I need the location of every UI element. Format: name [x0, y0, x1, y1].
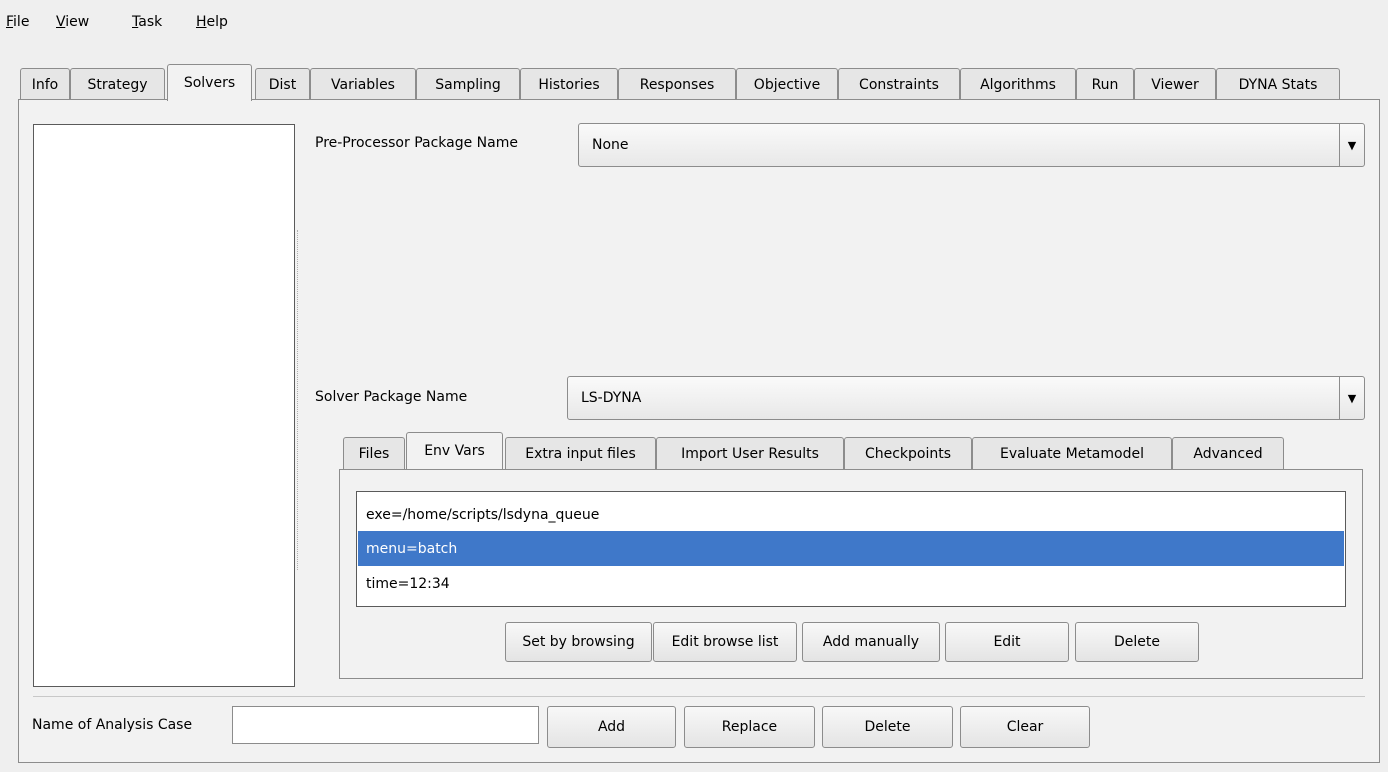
- list-item-text: menu=batch: [366, 540, 458, 557]
- list-item-text: exe=/home/scripts/lsdyna_queue: [366, 506, 600, 523]
- tab-solvers[interactable]: Solvers: [167, 64, 252, 101]
- edit-browse-list-button[interactable]: Edit browse list: [653, 622, 797, 662]
- tab-dist[interactable]: Dist: [255, 68, 310, 100]
- subtab-checkpoints[interactable]: Checkpoints: [844, 437, 972, 469]
- tab-dyna-stats[interactable]: DYNA Stats: [1216, 68, 1340, 100]
- env-vars-list[interactable]: exe=/home/scripts/lsdyna_queue menu=batc…: [356, 491, 1346, 607]
- list-item[interactable]: time=12:34: [358, 566, 1344, 601]
- analysis-case-input[interactable]: [232, 706, 539, 744]
- subtab-import-user-results[interactable]: Import User Results: [656, 437, 844, 469]
- tab-run[interactable]: Run: [1076, 68, 1134, 100]
- preprocessor-value: None: [592, 137, 629, 153]
- list-item-selected[interactable]: menu=batch: [358, 531, 1344, 566]
- solver-label: Solver Package Name: [315, 389, 468, 405]
- solver-value: LS-DYNA: [581, 390, 642, 406]
- replace-button[interactable]: Replace: [684, 706, 815, 748]
- dropdown-arrow-icon[interactable]: ▼: [1339, 377, 1364, 419]
- analysis-case-label: Name of Analysis Case: [32, 717, 193, 733]
- subtab-files[interactable]: Files: [343, 437, 405, 469]
- add-manually-button[interactable]: Add manually: [802, 622, 940, 662]
- list-item[interactable]: exe=/home/scripts/lsdyna_queue: [358, 497, 1344, 532]
- edit-button[interactable]: Edit: [945, 622, 1069, 662]
- list-item-text: time=12:34: [366, 575, 450, 592]
- tab-sampling[interactable]: Sampling: [416, 68, 520, 100]
- tab-histories[interactable]: Histories: [520, 68, 618, 100]
- clear-button[interactable]: Clear: [960, 706, 1090, 748]
- set-by-browsing-button[interactable]: Set by browsing: [505, 622, 652, 662]
- subtab-env-vars[interactable]: Env Vars: [406, 432, 503, 469]
- delete-button[interactable]: Delete: [822, 706, 953, 748]
- delete-env-var-button[interactable]: Delete: [1075, 622, 1199, 662]
- preprocessor-label: Pre-Processor Package Name: [315, 135, 518, 151]
- tab-viewer[interactable]: Viewer: [1134, 68, 1216, 100]
- subtab-extra-input-files[interactable]: Extra input files: [505, 437, 656, 469]
- dropdown-arrow-icon[interactable]: ▼: [1339, 124, 1364, 166]
- subtab-advanced[interactable]: Advanced: [1172, 437, 1284, 469]
- add-button[interactable]: Add: [547, 706, 676, 748]
- solver-list[interactable]: [33, 124, 295, 687]
- preprocessor-combo[interactable]: None ▼: [578, 123, 1365, 167]
- tab-constraints[interactable]: Constraints: [838, 68, 960, 100]
- subtab-evaluate-metamodel[interactable]: Evaluate Metamodel: [972, 437, 1172, 469]
- tab-objective[interactable]: Objective: [736, 68, 838, 100]
- solver-combo[interactable]: LS-DYNA ▼: [567, 376, 1365, 420]
- tab-info[interactable]: Info: [20, 68, 70, 100]
- tab-variables[interactable]: Variables: [310, 68, 416, 100]
- divider: [33, 696, 1365, 697]
- tab-strategy[interactable]: Strategy: [70, 68, 165, 100]
- splitter-handle[interactable]: [297, 230, 301, 570]
- tab-algorithms[interactable]: Algorithms: [960, 68, 1076, 100]
- main-tab-bar: Info Strategy Solvers Dist Variables Sam…: [0, 0, 1388, 110]
- tab-responses[interactable]: Responses: [618, 68, 736, 100]
